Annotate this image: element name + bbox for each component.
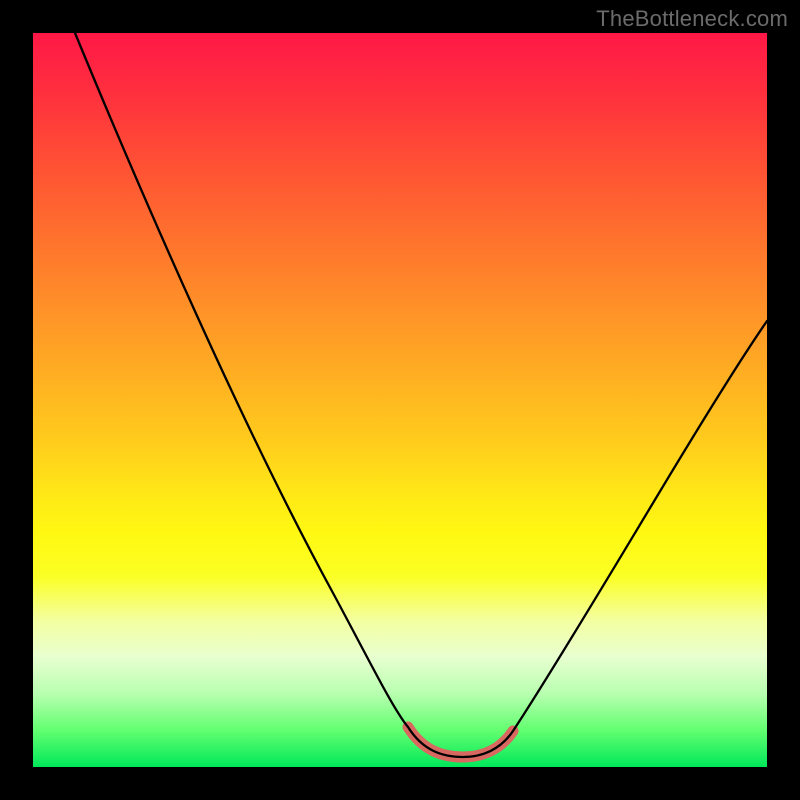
watermark-text: TheBottleneck.com xyxy=(596,6,788,32)
plot-area xyxy=(33,33,767,767)
bottleneck-curve xyxy=(75,33,767,757)
chart-frame: TheBottleneck.com xyxy=(0,0,800,800)
valley-highlight xyxy=(408,727,513,757)
curve-layer xyxy=(33,33,767,767)
